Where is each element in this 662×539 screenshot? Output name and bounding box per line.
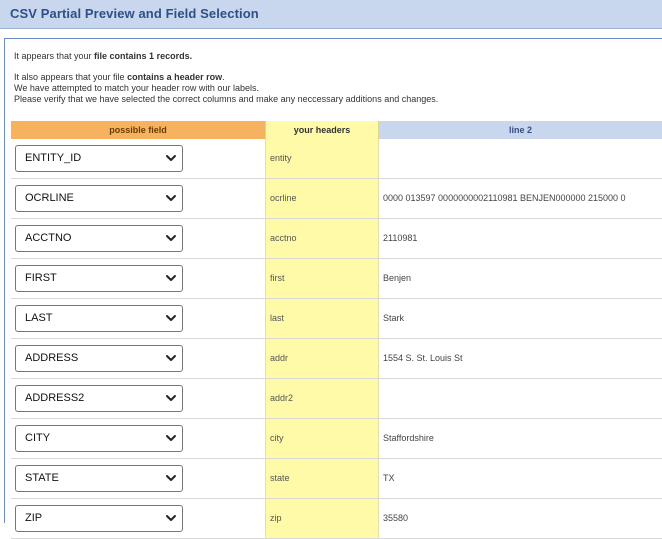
possible-field-value: STATE [25,472,59,484]
your-header-value: first [270,273,285,283]
possible-field-select[interactable]: STATE [15,465,183,492]
possible-field-value: CITY [25,432,51,444]
possible-field-select[interactable]: OCRLINE [15,185,183,212]
possible-field-value: OCRLINE [25,192,74,204]
table-row: ZIP zip 35580 [11,499,662,539]
chevron-down-icon [164,431,178,445]
possible-field-select[interactable]: ADDRESS [15,345,183,372]
table-row: STATE state TX [11,459,662,499]
your-header-value: acctno [270,233,297,243]
page-title: CSV Partial Preview and Field Selection [10,6,259,21]
header-row-prefix: It also appears that your file [14,72,128,82]
header-row-bold: contains a header row [127,72,223,82]
possible-field-select[interactable]: ENTITY_ID [15,145,183,172]
chevron-down-icon [164,311,178,325]
line2-value: 2110981 [383,233,418,243]
possible-field-select[interactable]: ACCTNO [15,225,183,252]
header-row-text: It also appears that your file contains … [14,72,225,83]
table-row: ENTITY_ID entity [11,139,662,179]
table-row: ACCTNO acctno 2110981 [11,219,662,259]
possible-field-value: ADDRESS [25,352,79,364]
your-header-value: entity [270,153,292,163]
table-row: ADDRESS2 addr2 [11,379,662,419]
table-row: LAST last Stark [11,299,662,339]
your-headers-cell [265,499,379,539]
chevron-down-icon [164,231,178,245]
possible-field-value: FIRST [25,272,57,284]
possible-field-value: ZIP [25,512,43,524]
possible-field-select[interactable]: CITY [15,425,183,452]
possible-field-value: ENTITY_ID [25,152,82,164]
table-row: OCRLINE ocrline 0000 013597 00000000021109… [11,179,662,219]
verify-note: Please verify that we have selected the … [14,94,439,104]
chevron-down-icon [164,351,178,365]
table-row: FIRST first Benjen [11,259,662,299]
possible-field-value: ADDRESS2 [25,392,85,404]
chevron-down-icon [164,271,178,285]
your-header-value: city [270,433,284,443]
table-row: ADDRESS addr 1554 S. St. Louis St [11,339,662,379]
chevron-down-icon [164,471,178,485]
your-header-value: addr [270,353,289,363]
line2-header: line 2 [379,121,662,139]
line2-value: 0000 013597 0000000002110981 BENJEN00000… [383,193,626,203]
your-headers-header: your headers [265,121,379,139]
header-row-suffix: . [222,72,225,82]
your-header-value: last [270,313,285,323]
line2-value: Benjen [383,273,412,283]
line2-value: Stark [383,313,405,323]
possible-field-value: ACCTNO [25,232,72,244]
line2-value: Staffordshire [383,433,434,443]
your-header-value: addr2 [270,393,294,403]
chevron-down-icon [164,191,178,205]
chevron-down-icon [164,151,178,165]
possible-field-select[interactable]: LAST [15,305,183,332]
line2-value: TX [383,473,395,483]
your-header-value: state [270,473,290,483]
possible-field-select[interactable]: ADDRESS2 [15,385,183,412]
your-header-value: ocrline [270,193,297,203]
record-count-bold: file contains 1 records. [94,51,193,61]
possible-field-value: LAST [25,312,53,324]
match-note: We have attempted to match your header r… [14,83,259,93]
possible-field-select[interactable]: FIRST [15,265,183,292]
chevron-down-icon [164,391,178,405]
line2-value: 1554 S. St. Louis St [383,353,463,363]
record-count-text: It appears that your file contains 1 rec… [14,51,192,62]
chevron-down-icon [164,511,178,525]
title-bar: CSV Partial Preview and Field Selection [0,0,662,29]
possible-field-select[interactable]: ZIP [15,505,183,532]
record-count-prefix: It appears that your [14,51,95,61]
table-row: CITY city Staffordshire [11,419,662,459]
possible-field-header: possible field [11,121,265,139]
line2-value: 35580 [383,513,409,523]
your-header-value: zip [270,513,282,523]
